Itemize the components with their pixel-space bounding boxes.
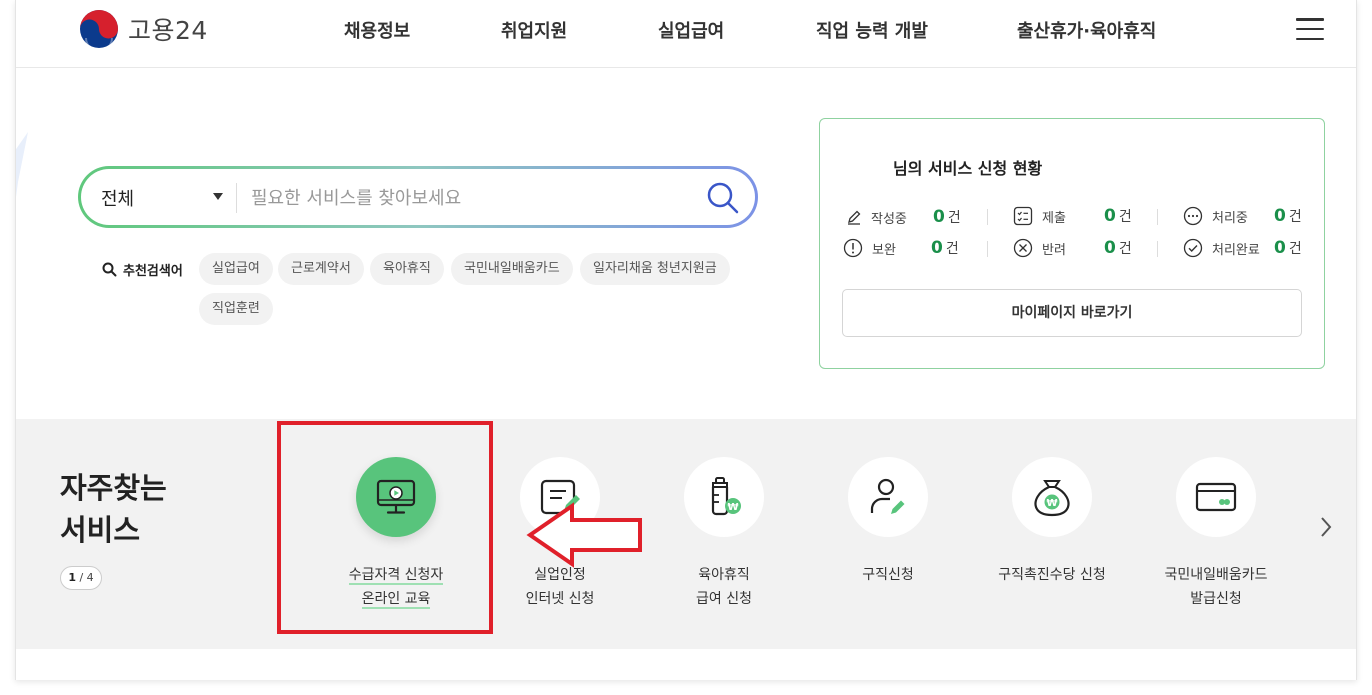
baby-bottle-won-icon: ₩ <box>711 477 741 516</box>
service-icon-circle: ₩ <box>1012 457 1092 537</box>
keyword-chip[interactable]: 육아휴직 <box>370 253 444 285</box>
search-category-select[interactable]: 전체 <box>101 185 134 211</box>
page-frame: 고용24 채용정보 취업지원 실업급여 직업 능력 개발 출산휴가·육아휴직 전… <box>15 0 1357 680</box>
pencil-icon <box>848 210 861 225</box>
status-card-title: 님의 서비스 신청 현황 <box>893 159 1043 178</box>
card-icon <box>1195 482 1237 512</box>
nav-employment-support[interactable]: 취업지원 <box>501 17 567 43</box>
x-circle-icon <box>1013 238 1033 258</box>
stat-in-progress[interactable]: 작성중 0 건 <box>846 207 961 227</box>
frequent-services-section: 자주찾는 서비스 1 / 4 수급자격 신청자 온라인 교육 실업인정 인터넷 … <box>16 419 1356 649</box>
decorative-shape <box>16 132 28 197</box>
site-logo[interactable]: 고용24 <box>78 8 208 50</box>
small-search-icon <box>102 262 117 277</box>
service-label: 구직촉진수당 신청 <box>998 567 1106 583</box>
service-label: 국민내일배움카드 발급신청 <box>1164 567 1268 607</box>
service-icon-circle <box>1176 457 1256 537</box>
nav-job-info[interactable]: 채용정보 <box>344 17 410 43</box>
recommended-label-text: 추천검색어 <box>123 264 183 279</box>
stat-supplement[interactable]: 보완 0 건 <box>843 238 959 258</box>
svg-text:₩: ₩ <box>1046 498 1057 509</box>
nav-vocational-training[interactable]: 직업 능력 개발 <box>816 17 928 43</box>
menu-hamburger-icon[interactable] <box>1296 18 1324 40</box>
service-label: 육아휴직 급여 신청 <box>696 567 752 607</box>
stat-processing[interactable]: 처리중 0 건 <box>1183 206 1302 226</box>
checklist-icon <box>1013 206 1033 226</box>
chevron-right-icon[interactable] <box>1318 515 1334 539</box>
service-job-seeking[interactable]: 구직신청 <box>813 457 963 587</box>
keyword-chip[interactable]: 실업급여 <box>199 253 273 285</box>
service-status-card: 님의 서비스 신청 현황 작성중 0 건 제출 0 건 처리중 0 건 보완 0… <box>819 118 1325 369</box>
service-learning-card[interactable]: 국민내일배움카드 발급신청 <box>1141 457 1291 611</box>
services-title: 자주찾는 서비스 <box>60 471 167 547</box>
ellipsis-icon <box>1183 206 1203 226</box>
keyword-chip[interactable]: 직업훈련 <box>199 293 273 325</box>
search-divider <box>236 183 237 213</box>
nav-unemployment-benefits[interactable]: 실업급여 <box>658 17 724 43</box>
keyword-chip[interactable]: 근로계약서 <box>278 253 364 285</box>
logo-text: 고용24 <box>128 16 208 45</box>
service-label: 실업인정 인터넷 신청 <box>525 567 595 607</box>
taegeuk-logo-icon <box>80 10 118 50</box>
annotation-highlight-box <box>277 421 493 634</box>
nav-parental-leave[interactable]: 출산휴가·육아휴직 <box>1017 17 1156 43</box>
svg-text:₩: ₩ <box>727 502 738 513</box>
recommended-keywords-label: 추천검색어 <box>102 260 183 279</box>
exclamation-icon <box>843 238 863 258</box>
caret-down-icon[interactable] <box>213 193 223 200</box>
stat-rejected[interactable]: 반려 0 건 <box>1013 238 1132 258</box>
services-pager: 1 / 4 <box>60 566 102 590</box>
annotation-arrow-icon <box>526 502 642 568</box>
check-circle-icon <box>1183 238 1203 258</box>
stat-completed[interactable]: 처리완료 0 건 <box>1183 238 1302 258</box>
service-label: 구직신청 <box>862 567 914 583</box>
money-bag-icon: ₩ <box>1034 480 1070 517</box>
service-icon-circle: ₩ <box>684 457 764 537</box>
search-inner: 전체 <box>81 169 755 225</box>
person-edit-icon <box>870 478 905 514</box>
keyword-chip[interactable]: 일자리채움 청년지원금 <box>580 253 730 285</box>
service-parental-leave-benefit[interactable]: ₩ 육아휴직 급여 신청 <box>649 457 799 611</box>
stat-submitted[interactable]: 제출 0 건 <box>1013 206 1132 226</box>
service-job-promotion-allowance[interactable]: ₩ 구직촉진수당 신청 <box>977 457 1127 587</box>
site-header: 고용24 채용정보 취업지원 실업급여 직업 능력 개발 출산휴가·육아휴직 <box>16 0 1356 68</box>
mypage-button[interactable]: 마이페이지 바로가기 <box>842 289 1302 337</box>
search-input[interactable] <box>251 181 681 215</box>
keyword-chip[interactable]: 국민내일배움카드 <box>451 253 573 285</box>
search-icon[interactable] <box>705 180 741 216</box>
search-bar: 전체 <box>78 166 758 228</box>
service-icon-circle <box>848 457 928 537</box>
